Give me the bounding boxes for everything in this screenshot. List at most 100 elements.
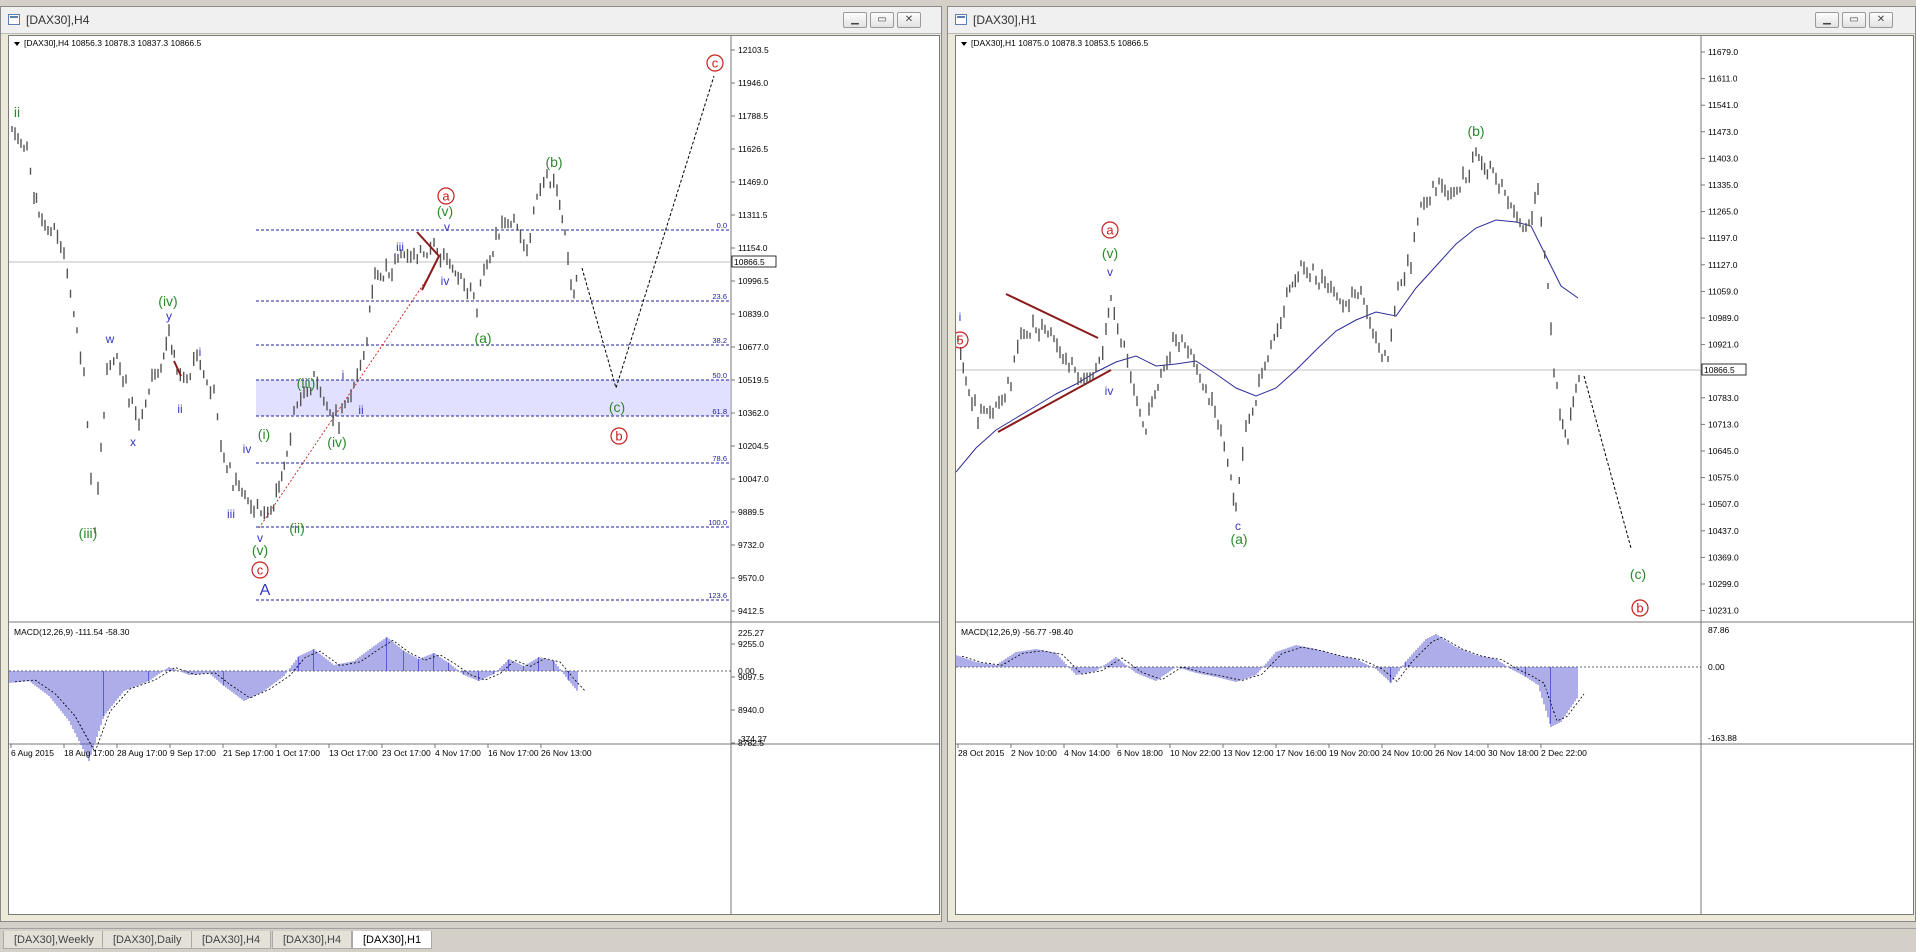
price-bars <box>957 147 1580 512</box>
window-titlebar[interactable]: [DAX30],H4 ▁ ▭ ✕ <box>1 7 941 34</box>
macd-axis-label: 225.27 <box>738 628 764 638</box>
wave-label: ii <box>14 104 20 120</box>
maximize-button[interactable]: ▭ <box>870 12 894 28</box>
close-button[interactable]: ✕ <box>1869 12 1893 28</box>
macd-label: MACD(12,26,9) -111.54 -58.30 <box>14 627 130 637</box>
price-axis-label: 10921.0 <box>1708 340 1739 350</box>
wave-label: v <box>1107 265 1113 279</box>
price-axis-label: 10369.0 <box>1708 552 1739 562</box>
fib-level-label: 61.8 <box>712 407 727 416</box>
macd-histogram <box>956 634 1578 727</box>
time-axis-label: 2 Nov 10:00 <box>1011 748 1057 758</box>
wave-label: 5 <box>956 333 963 348</box>
wave-label: ii <box>177 402 182 416</box>
price-axis-label: 10989.0 <box>1708 313 1739 323</box>
wave-label: y <box>166 309 172 323</box>
fib-level-label: 38.2 <box>712 336 727 345</box>
wave-label: (b) <box>545 154 562 170</box>
price-axis-label: 10437.0 <box>1708 526 1739 536</box>
tab-dax30-h4[interactable]: [DAX30],H4 <box>191 931 272 949</box>
wave-label: iii <box>396 240 404 254</box>
macd-axis-label: -163.88 <box>1708 733 1737 743</box>
wave-label: (v) <box>437 203 453 219</box>
close-button[interactable]: ✕ <box>897 12 921 28</box>
window-title: [DAX30],H1 <box>973 13 1037 27</box>
tab-dax30-daily[interactable]: [DAX30],Daily <box>102 931 193 949</box>
wave-label: (iii) <box>297 375 316 391</box>
wave-label: iv <box>441 274 450 288</box>
price-chart-h4[interactable]: [DAX30],H4 10856.3 10878.3 10837.3 10866… <box>9 36 939 914</box>
wave-label: iv <box>243 442 252 456</box>
price-axis-label: 11788.5 <box>738 111 768 121</box>
chart-window-h4[interactable]: [DAX30],H4 ▁ ▭ ✕ [DAX30],H4 10856.3 1087… <box>0 6 942 922</box>
wave-label: (iv) <box>327 434 346 450</box>
fib-level-label: 50.0 <box>712 371 727 380</box>
price-axis-label: 10839.0 <box>738 309 769 319</box>
wave-label: b <box>1636 601 1643 616</box>
tab-dax30-h1[interactable]: [DAX30],H1 <box>352 931 433 949</box>
wave-label: (i) <box>258 426 270 442</box>
wave-label: i <box>959 310 962 324</box>
price-axis-label: 9412.5 <box>738 606 764 616</box>
fib-level-label: 0.0 <box>717 221 727 230</box>
time-axis-label: 4 Nov 17:00 <box>435 748 481 758</box>
time-axis-label: 17 Nov 16:00 <box>1276 748 1327 758</box>
price-axis-label: 10575.0 <box>1708 473 1739 483</box>
time-axis-label: 23 Oct 17:00 <box>382 748 431 758</box>
wave-label: (iv) <box>158 293 177 309</box>
tab-dax30-h4-2[interactable]: [DAX30],H4 <box>272 931 353 949</box>
time-axis-label: 13 Oct 17:00 <box>329 748 378 758</box>
fib-level-label: 123.6 <box>708 591 727 600</box>
time-axis-label: 6 Aug 2015 <box>11 748 54 758</box>
price-axis-label: 10519.5 <box>738 375 769 385</box>
price-chart-h1[interactable]: [DAX30],H1 10875.0 10878.3 10853.5 10866… <box>956 36 1913 914</box>
fib-level-label: 78.6 <box>712 454 727 463</box>
price-axis-label: 10299.0 <box>1708 579 1739 589</box>
price-axis-label: 11154.0 <box>738 243 768 253</box>
price-axis-label: 10231.0 <box>1708 606 1739 616</box>
chart-window-h1[interactable]: [DAX30],H1 ▁ ▭ ✕ [DAX30],H1 10875.0 1087… <box>947 6 1916 922</box>
wave-label: w <box>105 332 115 346</box>
wave-label: iv <box>1105 384 1114 398</box>
price-axis-label: 11335.0 <box>1708 180 1738 190</box>
price-axis-label: 11626.5 <box>738 144 768 154</box>
time-axis-label: 26 Nov 14:00 <box>1435 748 1486 758</box>
macd-axis-label: 0.00 <box>1708 662 1725 672</box>
wave-label: i <box>342 368 345 382</box>
price-axis-label: 10047.0 <box>738 474 769 484</box>
wave-label: i <box>199 345 202 359</box>
time-axis-label: 24 Nov 10:00 <box>1382 748 1433 758</box>
price-axis-label: 10645.0 <box>1708 446 1739 456</box>
wave-label: (a) <box>474 330 491 346</box>
price-axis-label: 10783.0 <box>1708 393 1739 403</box>
time-axis-label: 19 Nov 20:00 <box>1329 748 1380 758</box>
time-axis-label: 2 Dec 22:00 <box>1541 748 1587 758</box>
wedge-lines <box>416 231 441 291</box>
window-titlebar[interactable]: [DAX30],H1 ▁ ▭ ✕ <box>948 7 1915 34</box>
price-axis-label: 10996.5 <box>738 276 769 286</box>
minimize-button[interactable]: ▁ <box>843 12 867 28</box>
time-axis-label: 16 Nov 17:00 <box>488 748 539 758</box>
wave-label: b <box>615 429 622 444</box>
macd-signal-line <box>961 636 1585 722</box>
chart-area[interactable]: [DAX30],H1 10875.0 10878.3 10853.5 10866… <box>955 35 1914 915</box>
price-axis-label: 11127.0 <box>1708 260 1738 270</box>
minimize-button[interactable]: ▁ <box>1815 12 1839 28</box>
wave-label: iii <box>227 507 235 521</box>
maximize-button[interactable]: ▭ <box>1842 12 1866 28</box>
price-axis-label: 11469.0 <box>738 177 768 187</box>
wave-label: (iii) <box>79 525 98 541</box>
chart-area[interactable]: [DAX30],H4 10856.3 10878.3 10837.3 10866… <box>8 35 940 915</box>
price-axis-label: 9889.5 <box>738 507 764 517</box>
tab-dax30-weekly[interactable]: [DAX30],Weekly <box>3 931 105 949</box>
wave-label: (a) <box>1230 531 1247 547</box>
price-axis-label: 10507.0 <box>1708 499 1739 509</box>
price-axis-label: 10713.0 <box>1708 419 1739 429</box>
price-axis-label: 10204.5 <box>738 441 769 451</box>
wave-label: (v) <box>1102 245 1118 261</box>
price-axis-label: 9732.0 <box>738 540 764 550</box>
time-axis-label: 6 Nov 18:00 <box>1117 748 1163 758</box>
price-axis-label: 9570.0 <box>738 573 764 583</box>
time-axis-label: 21 Sep 17:00 <box>223 748 274 758</box>
projection-path <box>1583 375 1632 549</box>
